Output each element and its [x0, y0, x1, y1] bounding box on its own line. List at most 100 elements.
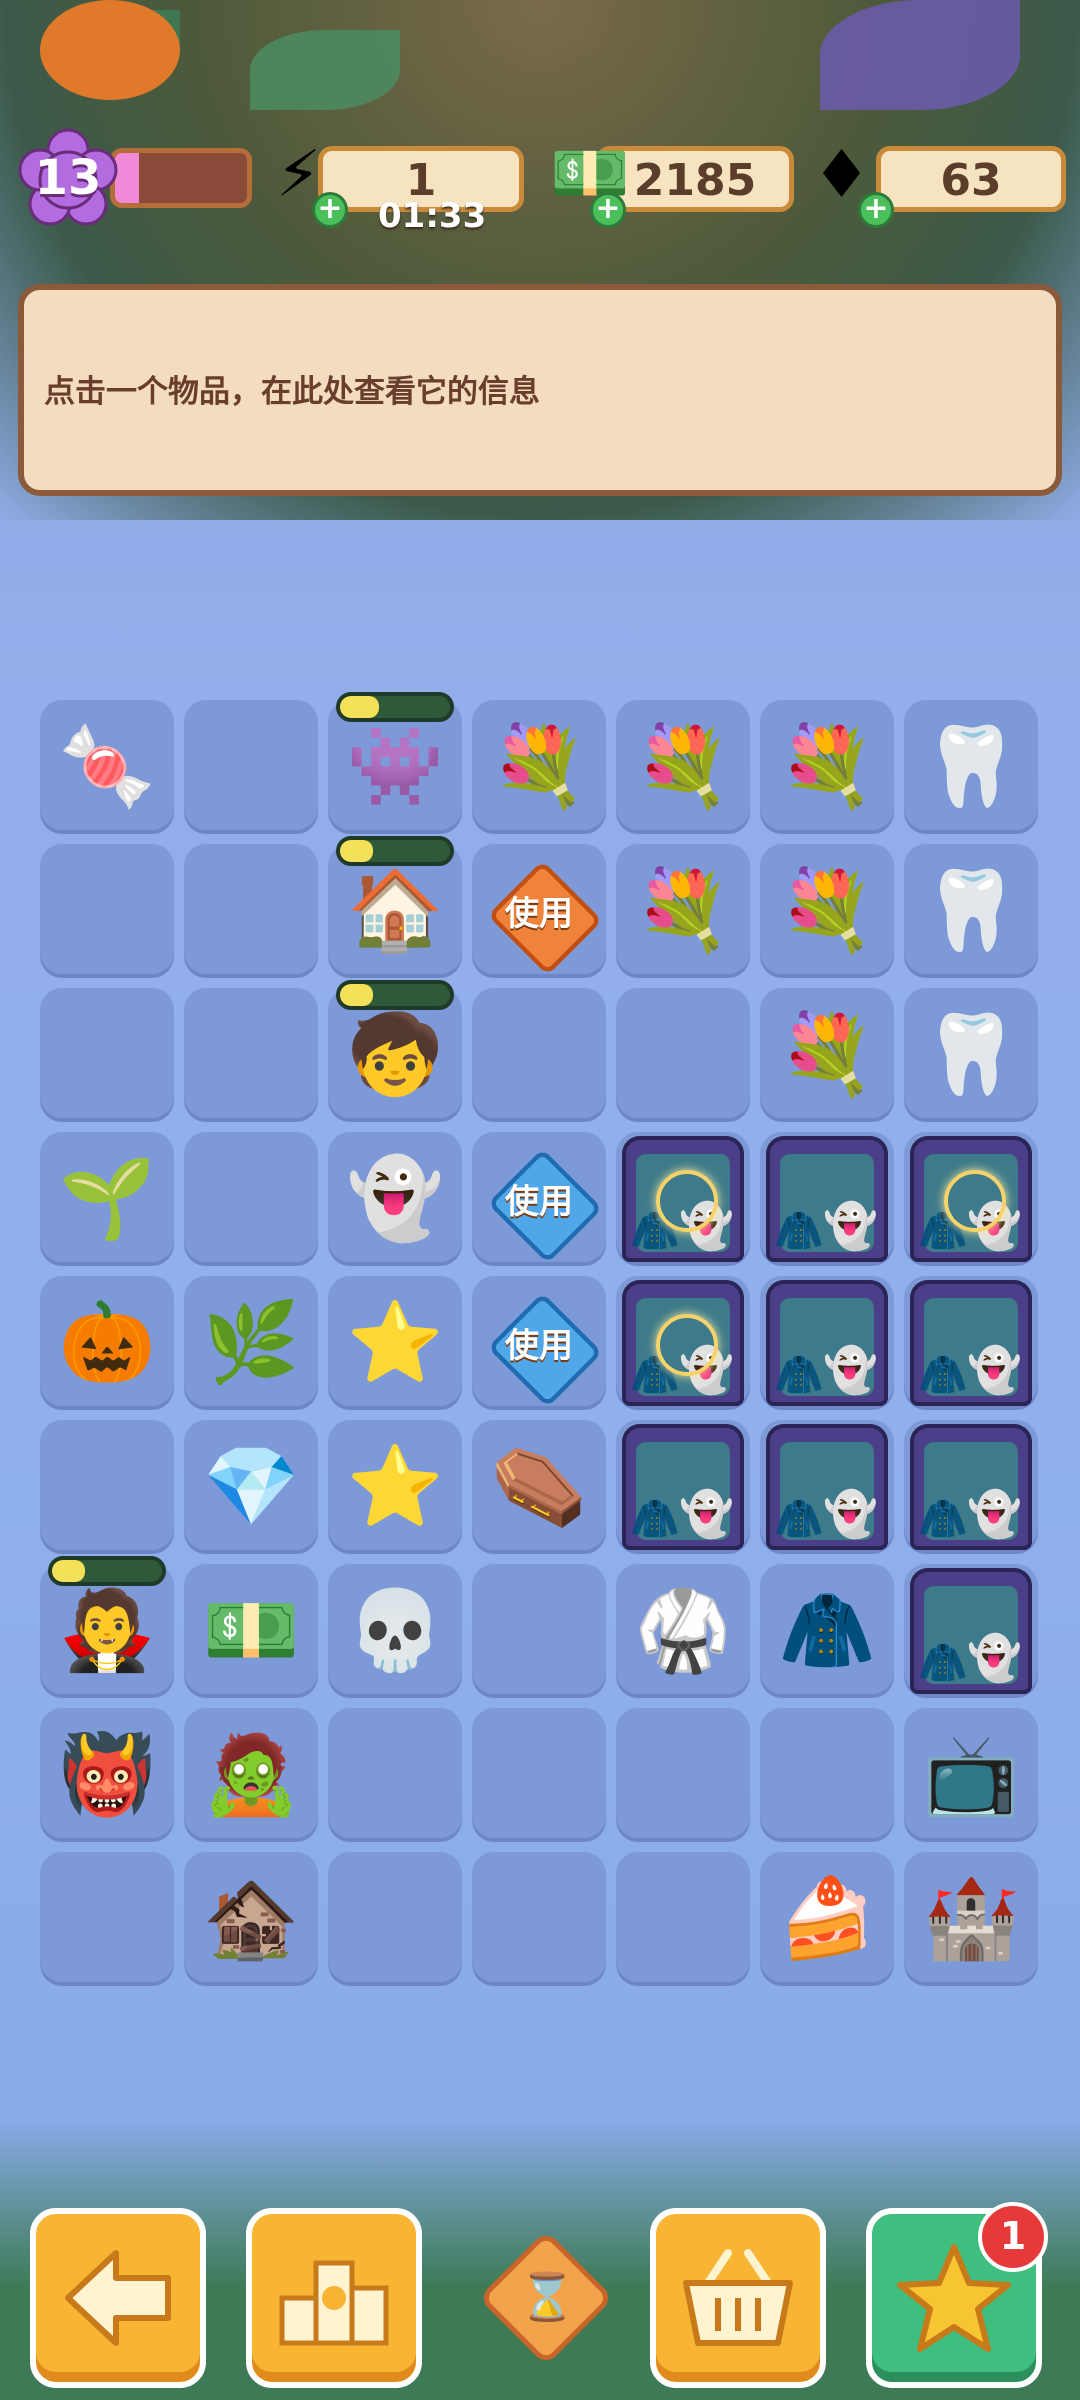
board-cell[interactable]: 🍬 [40, 700, 174, 834]
ranking-button[interactable] [246, 2208, 422, 2388]
board-cell[interactable]: ⭐ [328, 1276, 462, 1410]
board-cell[interactable] [328, 1852, 462, 1986]
gem-plus-button[interactable]: + [858, 192, 894, 228]
board-cell[interactable] [40, 1852, 174, 1986]
gem-counter[interactable]: 63 [876, 146, 1066, 212]
board-cell[interactable] [472, 1564, 606, 1698]
board-item[interactable]: 🦷 [904, 988, 1038, 1122]
board-cell[interactable]: 💐 [760, 700, 894, 834]
board-cell[interactable] [40, 1420, 174, 1554]
board-cell[interactable]: 🧥 👻 [904, 1564, 1038, 1698]
board-item[interactable]: 💐 [760, 700, 894, 834]
board-cell[interactable]: 🧥 👻 [616, 1132, 750, 1266]
board-cell[interactable]: 🧥 👻 [904, 1132, 1038, 1266]
ghost-coffin-item[interactable]: 🧥 👻 [622, 1424, 744, 1550]
board-item[interactable]: 💀 [328, 1564, 462, 1698]
board-item[interactable]: 🧟 [184, 1708, 318, 1842]
board-cell[interactable] [616, 988, 750, 1122]
board-item[interactable]: ⚰️ [472, 1420, 606, 1554]
board-item[interactable]: 💐 [760, 844, 894, 978]
level-badge[interactable]: 13 [18, 128, 118, 228]
board-cell[interactable]: 💐 [472, 700, 606, 834]
board-cell[interactable] [472, 1708, 606, 1842]
board-item[interactable]: 💎 [184, 1420, 318, 1554]
board-item[interactable]: 🧥 [760, 1564, 894, 1698]
board-item[interactable]: 🦷 [904, 700, 1038, 834]
board-cell[interactable] [184, 844, 318, 978]
board-item[interactable]: ⭐ [328, 1420, 462, 1554]
board-item[interactable]: 🏰 [904, 1852, 1038, 1986]
board-cell[interactable]: 使用 [472, 1276, 606, 1410]
board-cell[interactable]: 🧥 👻 [760, 1132, 894, 1266]
board-cell[interactable] [184, 700, 318, 834]
board-cell[interactable]: 🦷 [904, 988, 1038, 1122]
board-item[interactable]: 🍬 [40, 700, 174, 834]
board-cell[interactable] [328, 1708, 462, 1842]
board-cell[interactable]: ⭐ [328, 1420, 462, 1554]
board-cell[interactable]: 🏚️ [184, 1852, 318, 1986]
board-cell[interactable]: 🎃 [40, 1276, 174, 1410]
board-cell[interactable] [616, 1708, 750, 1842]
board-cell[interactable] [40, 988, 174, 1122]
star-quest-button[interactable]: 1 [866, 2202, 1048, 2388]
board-cell[interactable]: 💵 [184, 1564, 318, 1698]
energy-plus-button[interactable]: + [312, 192, 348, 228]
ghost-coffin-item[interactable]: 🧥 👻 [766, 1424, 888, 1550]
board-item[interactable]: 🍰 [760, 1852, 894, 1986]
board-cell[interactable] [184, 1132, 318, 1266]
board-item[interactable]: 💐 [760, 988, 894, 1122]
board-item[interactable]: 🥋 [616, 1564, 750, 1698]
board-cell[interactable] [40, 844, 174, 978]
board-cell[interactable]: 🏰 [904, 1852, 1038, 1986]
board-cell[interactable]: 📺 [904, 1708, 1038, 1842]
board-cell[interactable]: 🧥 👻 [616, 1420, 750, 1554]
board-item[interactable]: 🌱 [40, 1132, 174, 1266]
board-cell[interactable] [472, 1852, 606, 1986]
board-item[interactable]: 🌿 [184, 1276, 318, 1410]
board-cell[interactable]: 🧥 👻 [904, 1420, 1038, 1554]
board-cell[interactable] [616, 1852, 750, 1986]
board-item[interactable]: ⭐ [328, 1276, 462, 1410]
board-cell[interactable]: 🥋 [616, 1564, 750, 1698]
board-item[interactable]: 💵 [184, 1564, 318, 1698]
board-cell[interactable]: 🧥 👻 [616, 1276, 750, 1410]
board-cell[interactable]: 🧥 [760, 1564, 894, 1698]
board-cell[interactable] [760, 1708, 894, 1842]
board-cell[interactable]: 使用 [472, 844, 606, 978]
board-cell[interactable]: 🦷 [904, 700, 1038, 834]
board-cell[interactable]: 🌱 [40, 1132, 174, 1266]
board-cell[interactable] [472, 988, 606, 1122]
ghost-coffin-item[interactable]: 🧥 👻 [766, 1136, 888, 1262]
back-button[interactable] [30, 2208, 206, 2388]
board-cell[interactable]: 🍰 [760, 1852, 894, 1986]
cash-plus-button[interactable]: + [590, 192, 626, 228]
board-cell[interactable]: 💎 [184, 1420, 318, 1554]
board-cell[interactable] [184, 988, 318, 1122]
board-cell[interactable]: 🧟 [184, 1708, 318, 1842]
board-item[interactable]: 👻 [328, 1132, 462, 1266]
board-cell[interactable]: 💐 [760, 988, 894, 1122]
board-cell[interactable]: 👻 [328, 1132, 462, 1266]
board-cell[interactable]: 💐 [760, 844, 894, 978]
basket-button[interactable] [650, 2208, 826, 2388]
board-cell[interactable]: ⚰️ [472, 1420, 606, 1554]
board-item[interactable]: 💐 [472, 700, 606, 834]
board-item[interactable]: 💐 [616, 700, 750, 834]
board-cell[interactable]: 💐 [616, 700, 750, 834]
board-cell[interactable]: 🌿 [184, 1276, 318, 1410]
board-cell[interactable]: 💀 [328, 1564, 462, 1698]
ghost-coffin-item[interactable]: 🧥 👻 [910, 1424, 1032, 1550]
board-cell[interactable]: 💐 [616, 844, 750, 978]
board-item[interactable]: 🦷 [904, 844, 1038, 978]
board-item[interactable]: 📺 [904, 1708, 1038, 1842]
ghost-coffin-item[interactable]: 🧥 👻 [910, 1568, 1032, 1694]
board-item[interactable]: 👹 [40, 1708, 174, 1842]
board-item[interactable]: 💐 [616, 844, 750, 978]
board-cell[interactable]: 🧥 👻 [904, 1276, 1038, 1410]
board-cell[interactable]: 🧥 👻 [760, 1276, 894, 1410]
ghost-coffin-item[interactable]: 🧥 👻 [910, 1280, 1032, 1406]
board-cell[interactable]: 使用 [472, 1132, 606, 1266]
board-cell[interactable]: 🦷 [904, 844, 1038, 978]
ghost-coffin-item[interactable]: 🧥 👻 [766, 1280, 888, 1406]
board-cell[interactable]: 👹 [40, 1708, 174, 1842]
